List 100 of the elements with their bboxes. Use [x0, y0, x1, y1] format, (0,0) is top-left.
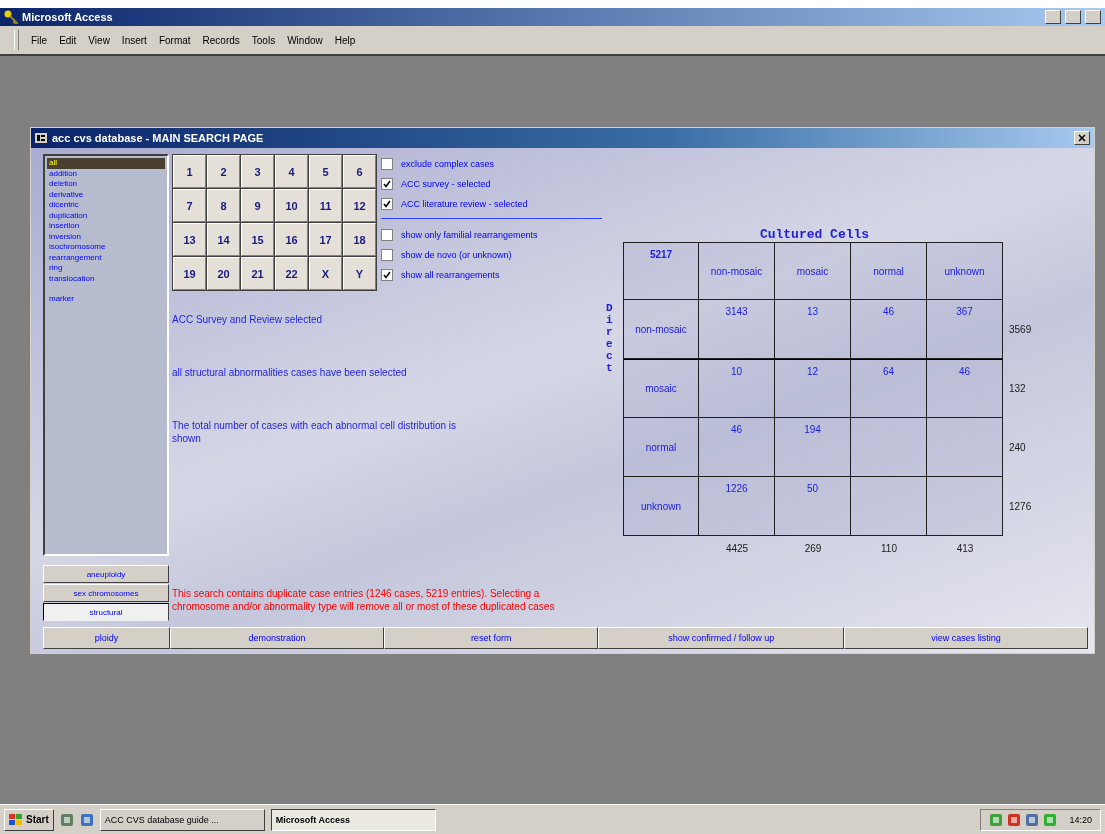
table-cell: 46 — [699, 418, 775, 477]
info-message: ACC Survey and Review selected — [172, 313, 324, 326]
chromosome-button[interactable]: 8 — [207, 189, 240, 222]
list-item[interactable]: inversion — [47, 231, 165, 242]
chromosome-button[interactable]: 12 — [343, 189, 376, 222]
checkbox[interactable] — [381, 198, 393, 210]
form-button[interactable]: demonstration — [169, 627, 385, 649]
column-header: non-mosaic — [699, 242, 775, 300]
list-item[interactable]: duplication — [47, 210, 165, 221]
menu-item[interactable]: Format — [158, 34, 191, 46]
taskbar-task[interactable]: ACC CVS database guide ... — [99, 808, 265, 831]
chromosome-button[interactable]: 5 — [309, 155, 342, 188]
row-header: mosaic — [623, 359, 699, 418]
chromosome-button[interactable]: 9 — [241, 189, 274, 222]
menu-item[interactable]: View — [88, 34, 110, 46]
taskbar-task[interactable]: Microsoft Access — [270, 808, 436, 831]
close-button[interactable] — [1085, 10, 1101, 24]
chromosome-button[interactable]: 3 — [241, 155, 274, 188]
checkbox-label: exclude complex cases — [401, 159, 495, 169]
checkbox[interactable] — [381, 269, 393, 281]
menu-item[interactable]: Records — [202, 34, 240, 46]
chromosome-button[interactable]: 15 — [241, 223, 274, 256]
checkbox-label: ACC literature review - selected — [401, 199, 528, 209]
form-button[interactable]: show confirmed / follow up — [598, 627, 845, 649]
row-header: non-mosaic — [623, 300, 699, 359]
chromosome-button[interactable]: 7 — [173, 189, 206, 222]
table-cell: 367 — [927, 300, 1003, 359]
menu-item[interactable]: Help — [334, 34, 356, 46]
close-button[interactable] — [1074, 131, 1090, 145]
checkbox[interactable] — [381, 158, 393, 170]
chromosome-button[interactable]: 21 — [241, 257, 274, 290]
menu-item[interactable]: Insert — [121, 34, 147, 46]
chromosome-button[interactable]: 2 — [207, 155, 240, 188]
tray-icon — [989, 812, 1004, 827]
checkbox-label: ACC survey - selected — [401, 179, 491, 189]
chromosome-button[interactable]: 13 — [173, 223, 206, 256]
window-title: Microsoft Access — [22, 11, 113, 23]
list-item[interactable]: addition — [47, 168, 165, 179]
list-item[interactable]: insertion — [47, 221, 165, 232]
start-button[interactable]: Start — [4, 808, 54, 831]
column-header: normal — [851, 242, 927, 300]
form-button[interactable]: reset form — [384, 627, 599, 649]
chromosome-button[interactable]: 20 — [207, 257, 240, 290]
chromosome-button[interactable]: 11 — [309, 189, 342, 222]
chromosome-button[interactable]: 18 — [343, 223, 376, 256]
close-icon — [1078, 134, 1086, 142]
category-tab[interactable]: sex chromosomes — [43, 584, 169, 602]
chromosome-button[interactable]: 19 — [173, 257, 206, 290]
checkbox[interactable] — [381, 178, 393, 190]
list-item[interactable]: marker — [47, 294, 165, 305]
restore-button[interactable] — [1065, 10, 1081, 24]
row-total: 1276 — [1008, 500, 1033, 514]
form-title: acc cvs database - MAIN SEARCH PAGE — [52, 132, 264, 144]
row-total: 240 — [1008, 441, 1027, 455]
list-item[interactable]: rearrangement — [47, 252, 165, 263]
menu-item[interactable]: File — [31, 34, 48, 46]
menu-item[interactable]: Window — [287, 34, 323, 46]
column-header: mosaic — [775, 242, 851, 300]
side-label: Direct — [606, 302, 614, 375]
category-tab[interactable]: aneuploidy — [43, 565, 169, 583]
list-item[interactable]: dicentric — [47, 200, 165, 211]
table-cell: 50 — [775, 477, 851, 536]
category-tab[interactable]: structural — [43, 603, 169, 621]
list-item[interactable]: translocation — [47, 273, 165, 284]
tray-icon — [1043, 812, 1058, 827]
chromosome-button[interactable]: X — [309, 257, 342, 290]
form-icon — [35, 133, 47, 143]
form-button[interactable]: view cases listing — [844, 627, 1088, 649]
chromosome-button[interactable]: Y — [343, 257, 376, 290]
minimize-button[interactable] — [1045, 10, 1061, 24]
checkbox-label: show only familial rearrangements — [401, 230, 538, 240]
chromosome-button[interactable]: 4 — [275, 155, 308, 188]
chromosome-button[interactable]: 6 — [343, 155, 376, 188]
flag-icon — [9, 813, 23, 826]
list-item[interactable]: derivative — [47, 189, 165, 200]
table-cell: 46 — [927, 359, 1003, 418]
table-cell: 12 — [775, 359, 851, 418]
chromosome-button[interactable]: 10 — [275, 189, 308, 222]
menu-item[interactable]: Edit — [59, 34, 77, 46]
table-cell: 3143 — [699, 300, 775, 359]
checkbox[interactable] — [381, 249, 393, 261]
menu-item[interactable]: Tools — [251, 34, 276, 46]
list-item[interactable]: isochromosome — [47, 242, 165, 253]
ploidy-button[interactable]: ploidy — [43, 627, 170, 649]
column-total: 4425 — [724, 541, 750, 556]
tray-icon — [1025, 812, 1040, 827]
list-item[interactable]: deletion — [47, 179, 165, 190]
chromosome-button[interactable]: 17 — [309, 223, 342, 256]
checkbox[interactable] — [381, 229, 393, 241]
quick-launch-icon — [79, 812, 94, 827]
clock: 14:20 — [1069, 814, 1092, 825]
chromosome-button[interactable]: 1 — [173, 155, 206, 188]
list-item[interactable]: all — [47, 158, 165, 169]
row-header: unknown — [623, 477, 699, 536]
chromosome-button[interactable]: 16 — [275, 223, 308, 256]
info-message: The total number of cases with each abnormal cell distribution is shown — [172, 419, 458, 445]
chromosome-button[interactable]: 22 — [275, 257, 308, 290]
table-cell: 194 — [775, 418, 851, 477]
list-item[interactable]: ring — [47, 263, 165, 274]
chromosome-button[interactable]: 14 — [207, 223, 240, 256]
